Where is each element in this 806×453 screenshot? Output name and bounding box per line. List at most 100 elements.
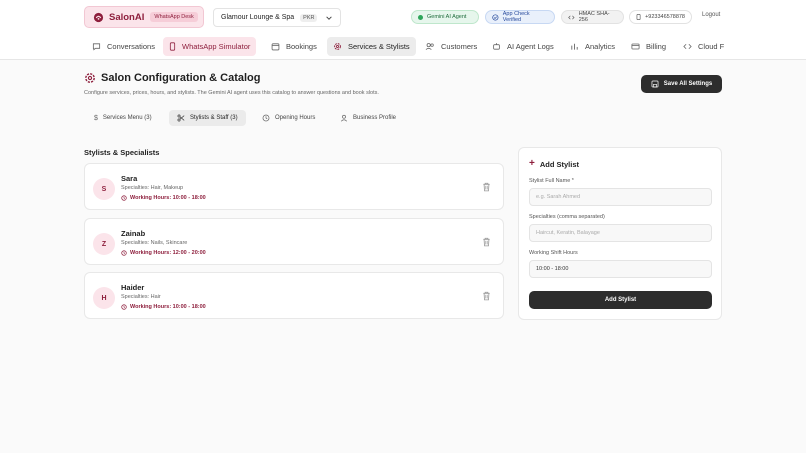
avatar: S [93,178,115,200]
subtab-opening-hours[interactable]: Opening Hours [254,110,323,126]
stylist-hours-text: Working Hours: 12:00 - 20:00 [130,250,206,256]
page-header: Salon Configuration & Catalog [84,72,261,84]
stylist-specialties: Specialties: Nails, Skincare [121,240,188,246]
stylist-name: Sara [121,174,138,183]
scissors-icon [177,114,185,122]
dollar-icon: $ [94,114,98,122]
salon-selector[interactable]: Glamour Lounge & Spa PKR [213,8,341,27]
tab-whatsapp-label: WhatsApp Simulator [182,42,251,51]
add-stylist-button[interactable]: Add Stylist [529,291,712,309]
calendar-icon [271,43,280,51]
add-stylist-title: + Add Stylist [529,159,579,169]
plus-icon: + [529,158,535,169]
tab-cloud-label: Cloud F [698,42,725,51]
specialties-input[interactable] [529,224,712,242]
hmac-label: HMAC SHA-256 [578,11,610,23]
users-icon [425,43,434,50]
tab-bookings[interactable]: Bookings [265,37,323,56]
tab-billing[interactable]: Billing [625,37,672,56]
brand-name: SalonAI [109,11,145,23]
trash-icon[interactable] [482,291,491,301]
avatar: H [93,287,115,309]
tab-analytics[interactable]: Analytics [564,37,621,56]
brand-block[interactable]: SalonAI WhatsApp Desk [84,6,204,28]
bar-chart-icon [571,43,578,50]
brand-badge: WhatsApp Desk [150,12,198,22]
tab-analytics-label: Analytics [585,42,616,51]
stylist-hours-text: Working Hours: 10:00 - 18:00 [130,304,206,310]
check-circle-icon [492,13,499,21]
stylist-hours: Working Hours: 10:00 - 18:00 [121,195,206,201]
stylist-card: Z Zainab Specialties: Nails, Skincare Wo… [84,218,504,265]
save-icon [651,80,659,88]
main-nav: Conversations WhatsApp Simulator Booking… [0,35,806,60]
subtab-business-profile[interactable]: Business Profile [332,110,404,126]
user-icon [340,114,348,122]
stylist-hours-text: Working Hours: 10:00 - 18:00 [130,195,206,201]
stylist-name-input[interactable] [529,188,712,206]
logout-link[interactable]: Logout [702,12,720,18]
chat-icon [92,43,101,51]
stylist-name-label: Stylist Full Name * [529,178,574,184]
tab-services-label: Services & Stylists [348,42,410,51]
status-dot-icon [418,14,423,20]
trash-icon[interactable] [482,182,491,192]
clock-icon [121,304,127,310]
salon-name: Glamour Lounge & Spa [221,14,295,21]
stylist-name: Zainab [121,229,146,238]
tab-bookings-label: Bookings [286,42,317,51]
code-icon [568,15,575,19]
top-header: SalonAI WhatsApp Desk Glamour Lounge & S… [0,0,806,35]
stylists-section-title: Stylists & Specialists [84,148,160,157]
tab-ai-agent-logs[interactable]: AI Agent Logs [486,37,560,56]
gear-icon [334,43,341,50]
stylist-specialties: Specialties: Hair, Makeup [121,185,184,191]
chevron-down-icon [326,15,333,20]
gemini-label: Gemini AI Agent [427,14,467,20]
clock-icon [121,195,127,201]
add-stylist-panel: + Add Stylist Stylist Full Name * Specia… [518,147,722,320]
stylist-card: S Sara Specialties: Hair, Makeup Working… [84,163,504,210]
tab-billing-label: Billing [646,42,667,51]
tab-services-stylists[interactable]: Services & Stylists [327,37,416,56]
add-stylist-title-text: Add Stylist [539,159,580,169]
save-all-settings-button[interactable]: Save All Settings [641,75,722,93]
specialties-label: Specialties (comma separated) [529,214,605,220]
appcheck-label: App Check Verified [502,11,530,23]
avatar: Z [93,233,115,255]
tab-cloud-functions[interactable]: Cloud F [677,37,730,56]
stylist-hours: Working Hours: 12:00 - 20:00 [121,250,206,256]
phone-icon [636,14,641,20]
tab-whatsapp-simulator[interactable]: WhatsApp Simulator [163,37,257,56]
stylist-hours: Working Hours: 10:00 - 18:00 [121,304,206,310]
currency-badge: PKR [300,13,318,22]
credit-card-icon [631,43,640,50]
stylist-card: H Haider Specialties: Hair Working Hours… [84,272,504,319]
hmac-status-pill: HMAC SHA-256 [561,10,624,24]
page-subtitle: Configure services, prices, hours, and s… [84,90,379,96]
shift-hours-label: Working Shift Hours [529,250,578,256]
subtab-services-menu[interactable]: $ Services Menu (3) [86,110,160,126]
subtab-stylists-label: Stylists & Staff (3) [190,115,238,121]
trash-icon[interactable] [482,237,491,247]
page-title: Salon Configuration & Catalog [101,72,261,84]
clock-icon [121,250,127,256]
tab-conversations[interactable]: Conversations [86,37,161,56]
tab-ai-logs-label: AI Agent Logs [507,42,554,51]
subtab-hours-label: Opening Hours [275,115,316,121]
save-button-label: Save All Settings [663,81,713,87]
code-icon [683,43,692,50]
appcheck-status-pill: App Check Verified [485,10,555,24]
phone-pill: +923346578878 [629,10,692,24]
stylist-name: Haider [121,283,145,292]
gemini-status-pill: Gemini AI Agent [411,10,479,24]
subtab-profile-label: Business Profile [353,115,397,121]
shift-hours-input[interactable] [529,260,712,278]
tab-customers-label: Customers [441,42,478,51]
subtab-stylists-staff[interactable]: Stylists & Staff (3) [169,110,246,126]
clock-icon [262,114,270,122]
bot-icon [493,43,500,50]
tab-customers[interactable]: Customers [419,37,483,56]
tab-conversations-label: Conversations [107,42,155,51]
gear-icon [85,73,95,83]
